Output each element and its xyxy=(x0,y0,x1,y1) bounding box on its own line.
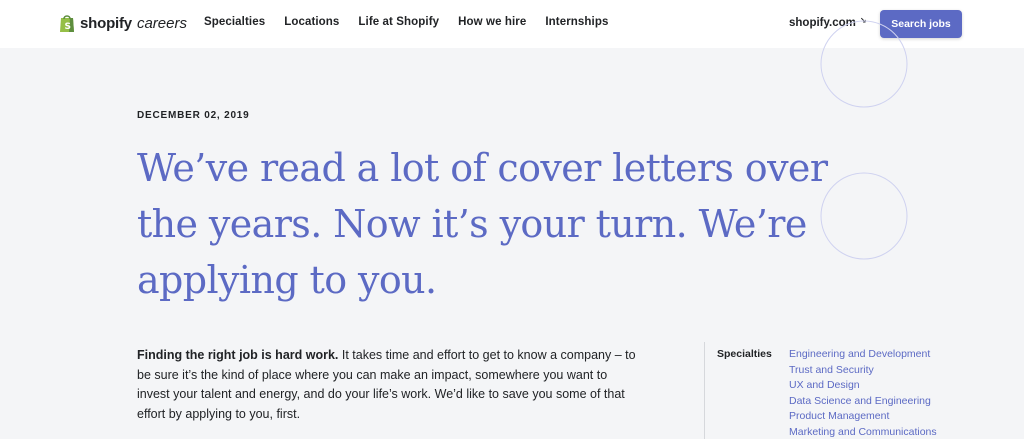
specialty-link-data-science[interactable]: Data Science and Engineering xyxy=(789,395,931,407)
sidebar-divider xyxy=(704,342,705,439)
nav-specialties[interactable]: Specialties xyxy=(204,16,265,28)
specialties-list: Engineering and Development Trust and Se… xyxy=(789,347,937,439)
main-nav: Specialties Locations Life at Shopify Ho… xyxy=(204,16,627,28)
logo-subtitle: careers xyxy=(136,14,187,32)
specialty-link-ux-design[interactable]: UX and Design xyxy=(789,379,860,391)
intro-bold-lead: Finding the right job is hard work. xyxy=(137,348,339,362)
external-arrow-icon: ↘ xyxy=(859,15,867,25)
list-item: Marketing and Communications xyxy=(789,425,937,439)
nav-how-we-hire[interactable]: How we hire xyxy=(458,16,526,28)
intro-paragraph: Finding the right job is hard work. It t… xyxy=(137,346,637,424)
shopify-careers-logo[interactable]: S shopify careers xyxy=(58,13,187,33)
nav-life-at-shopify[interactable]: Life at Shopify xyxy=(358,16,439,28)
list-item: Engineering and Development xyxy=(789,347,937,363)
specialty-link-engineering[interactable]: Engineering and Development xyxy=(789,348,930,360)
page-title: We’ve read a lot of cover letters over t… xyxy=(137,146,828,302)
list-item: UX and Design xyxy=(789,378,937,394)
specialty-link-marketing[interactable]: Marketing and Communications xyxy=(789,426,937,438)
search-jobs-button[interactable]: Search jobs xyxy=(880,10,962,38)
nav-internships[interactable]: Internships xyxy=(545,16,608,28)
specialty-link-product-management[interactable]: Product Management xyxy=(789,410,889,422)
shopify-bag-icon: S xyxy=(60,15,74,32)
logo-wordmark: shopify xyxy=(80,14,132,32)
shopify-com-label: shopify.com xyxy=(789,17,856,29)
list-item: Product Management xyxy=(789,409,937,425)
list-item: Data Science and Engineering xyxy=(789,394,937,410)
svg-text:S: S xyxy=(65,22,71,32)
shopify-com-link[interactable]: shopify.com ↘ xyxy=(789,15,867,30)
list-item: Trust and Security xyxy=(789,363,937,379)
article-date: DECEMBER 02, 2019 xyxy=(137,110,250,121)
specialties-label: Specialties xyxy=(717,348,772,360)
site-header: S shopify careers Specialties Locations … xyxy=(0,0,1024,48)
nav-locations[interactable]: Locations xyxy=(284,16,339,28)
specialty-link-trust-security[interactable]: Trust and Security xyxy=(789,364,874,376)
